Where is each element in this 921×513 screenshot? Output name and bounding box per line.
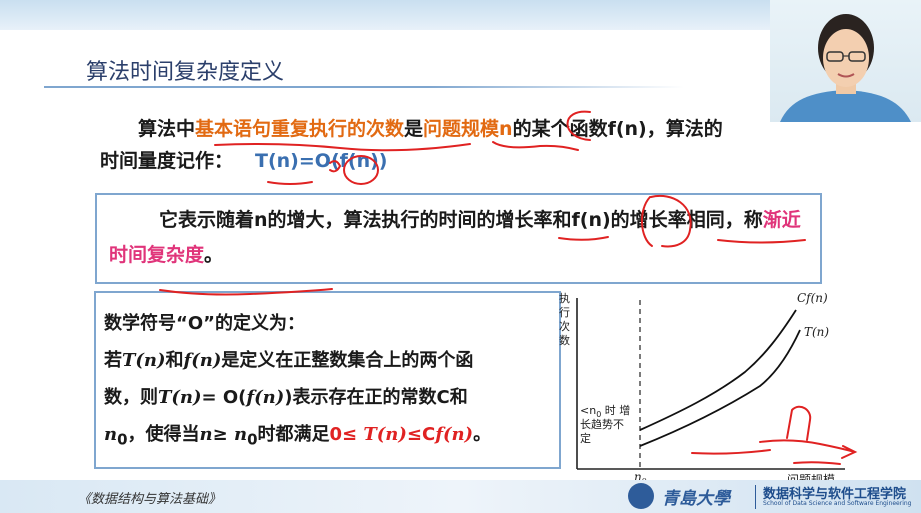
- footer-divider: [755, 485, 756, 509]
- p1-text-1: 算法中: [138, 118, 196, 140]
- box2-l4-ineq-2: ≤C: [406, 424, 436, 445]
- webcam-video: [770, 0, 921, 122]
- box2-l3-tn: T(n): [158, 387, 202, 408]
- box2-l4-n: n: [199, 424, 213, 445]
- box2-l4-n0-sub: 0: [117, 430, 128, 449]
- box2-l2-fn: f(n): [183, 350, 222, 371]
- t-n-curve: [639, 329, 801, 447]
- region-note-line3: 定: [580, 431, 591, 445]
- axis-scribble: [691, 449, 771, 455]
- p1-text-4: 时间量度记作：: [100, 150, 234, 172]
- slide-footer: 《数据结构与算法基础》 青島大學 数据科学与软件工程学院 School of D…: [0, 480, 921, 513]
- box2-l4-h: 时都满足: [257, 424, 330, 445]
- cf-n-label: Cf(n): [797, 291, 828, 305]
- box2-l4-n0b-sub: 0: [247, 430, 258, 449]
- box2-l4-n0: n: [104, 424, 118, 445]
- p1-emphasis-problem-size: 问题规模n: [423, 118, 513, 140]
- box2-l3-c: = O(: [201, 387, 247, 408]
- big-o-definition-box: 数学符号“O”的定义为： 若T(n)和f(n)是定义在正整数集合上的两个函 数，…: [94, 291, 561, 469]
- box2-l2-tn: T(n): [122, 350, 166, 371]
- box2-l4-fn: f(n): [435, 424, 474, 445]
- box2-l3-e: )表示存在正的常数C和: [284, 387, 468, 408]
- box2-l2-a: 若: [104, 350, 122, 371]
- complexity-formula: T(n)=O(f(n)): [255, 150, 388, 172]
- box2-l4-m: 。: [473, 424, 492, 445]
- school-name-en: School of Data Science and Software Engi…: [763, 500, 912, 507]
- box2-l3-a: 数，则: [104, 387, 158, 408]
- underline-tn: [267, 181, 313, 185]
- t-n-label: T(n): [804, 325, 829, 339]
- university-name: 青島大學: [662, 489, 730, 509]
- underline-x-axis: [793, 461, 841, 465]
- box2-l2-e: 是定义在正整数集合上的两个函: [221, 350, 474, 371]
- region-note-line2: 长趋势不: [580, 418, 624, 431]
- university-logo-icon: [628, 483, 654, 509]
- handwritten-n: [786, 405, 812, 441]
- title-divider: [44, 86, 684, 88]
- definition-paragraph: 算法中基本语句重复执行的次数是问题规模n的某个函数f(n)，算法的 时间量度记作…: [100, 113, 860, 177]
- box2-l4-c: ，使得当: [127, 424, 200, 445]
- p1-emphasis-basic-statement: 基本语句重复执行的次数: [195, 118, 405, 140]
- box2-l4-tn: T(n): [363, 424, 407, 445]
- slide-title: 算法时间复杂度定义: [86, 60, 285, 85]
- cf-n-curve: [639, 309, 797, 431]
- slide-top-band: [0, 0, 770, 30]
- course-name: 《数据结构与算法基础》: [78, 492, 222, 507]
- box1-text-2: 。: [204, 244, 224, 266]
- p1-text-2: 是: [404, 118, 424, 140]
- region-note-line1: <n0 时 增: [580, 403, 630, 419]
- arrow-n-direction: [759, 439, 858, 459]
- box1-text-1: 它表示随着n的增大，算法执行的时间的增长率和f(n)的增长率相同，称: [159, 209, 763, 231]
- box2-l3-fn: f(n): [246, 387, 285, 408]
- box2-l4-ge: ≥: [212, 424, 234, 445]
- presenter-figure: [780, 14, 911, 122]
- asymptotic-explanation-box: 它表示随着n的增大，算法执行的时间的增长率和f(n)的增长率相同，称渐近时间复杂…: [95, 193, 822, 284]
- box2-l2-c: 和: [165, 350, 184, 371]
- p1-text-3: 的某个函数f(n)，算法的: [512, 118, 723, 140]
- box2-l4-ineq-1: 0≤: [329, 424, 364, 445]
- big-o-heading: 数学符号“O”的定义为：: [104, 313, 305, 334]
- box2-l4-n0b: n: [233, 424, 248, 445]
